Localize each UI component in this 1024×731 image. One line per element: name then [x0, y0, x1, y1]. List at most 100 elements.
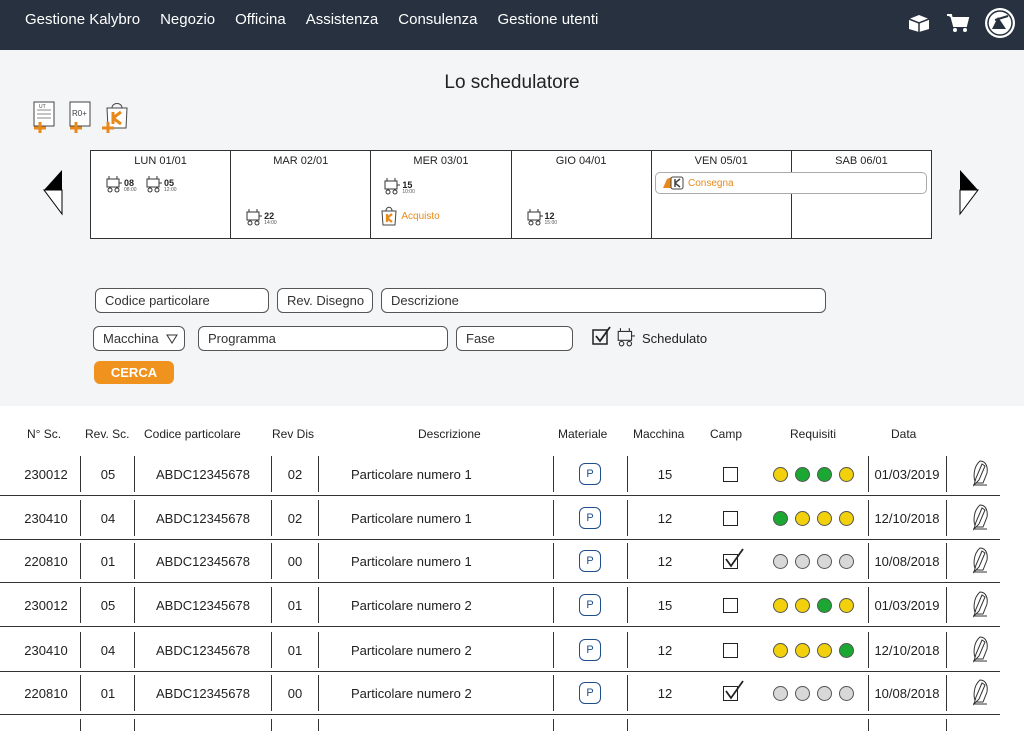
cell-date: 10/08/2018 — [874, 553, 940, 569]
cell-camp — [702, 452, 758, 496]
calendar-day[interactable]: MAR 02/01 22 14:00 — [230, 151, 370, 238]
column-divider — [134, 456, 135, 492]
col-header[interactable]: Rev. Sc. — [85, 427, 129, 441]
table-row[interactable]: 230012 05 ABDC12345678 02 Particolare numero… — [0, 452, 1000, 496]
material-button[interactable]: P — [579, 639, 601, 661]
edit-icon[interactable] — [969, 546, 991, 577]
col-header[interactable]: Codice particolare — [144, 427, 241, 441]
cell-mac: 15 — [657, 466, 673, 482]
calendar-day[interactable]: GIO 04/01 12 15:00 — [510, 151, 651, 238]
table-row[interactable]: 230410 04 ABDC12345678 01 Particolare numero… — [0, 628, 1000, 672]
machine-event[interactable]: 22 14:00 — [245, 208, 277, 226]
new-revision-button[interactable]: R0+ — [66, 100, 96, 139]
menu-gestione-utenti[interactable]: Gestione utenti — [497, 11, 598, 28]
column-divider — [80, 632, 81, 668]
new-purchase-button[interactable] — [102, 100, 132, 139]
col-header[interactable]: Descrizione — [418, 427, 481, 441]
machine-event[interactable]: 12 15:00 — [526, 208, 557, 226]
menu-assistenza[interactable]: Assistenza — [306, 11, 379, 28]
macchina-select[interactable]: Macchina — [93, 326, 185, 351]
menu-gestione-kalybro[interactable]: Gestione Kalybro — [25, 11, 140, 28]
table-row[interactable]: 220810 01 ABDC12345678 00 Particolare numero… — [0, 671, 1000, 715]
camp-checkbox[interactable] — [722, 466, 738, 482]
edit-icon[interactable] — [969, 590, 991, 621]
menu-officina[interactable]: Officina — [235, 11, 286, 28]
prev-week-arrow[interactable] — [42, 168, 64, 221]
fase-input[interactable]: Fase — [456, 326, 573, 351]
edit-icon[interactable] — [969, 503, 991, 534]
package-icon[interactable] — [906, 12, 932, 34]
programma-input[interactable]: Programma — [198, 326, 448, 351]
col-header[interactable]: Requisiti — [790, 427, 836, 441]
descrizione-input[interactable]: Descrizione — [381, 288, 826, 313]
day-label: GIO 04/01 — [555, 155, 607, 167]
material-button[interactable]: P — [579, 463, 601, 485]
cart-icon[interactable] — [946, 12, 970, 34]
material-button[interactable]: P — [579, 594, 601, 616]
col-header[interactable]: Macchina — [633, 427, 684, 441]
menu-negozio[interactable]: Negozio — [160, 11, 215, 28]
page-title: Lo schedulatore — [444, 72, 580, 93]
column-divider — [627, 500, 628, 536]
column-divider — [80, 500, 81, 536]
col-header[interactable]: Camp — [710, 427, 742, 441]
camp-checkbox[interactable] — [722, 679, 744, 701]
cell-code: ABDC12345678 — [156, 466, 250, 482]
machine-event[interactable]: 15 10:00 — [383, 177, 415, 195]
requirement-dot — [838, 553, 854, 569]
column-divider — [134, 500, 135, 536]
table-row[interactable]: 230410 04 ABDC12345678 02 Particolare numero… — [0, 496, 1000, 540]
cell-revdis: 02 — [287, 466, 303, 482]
truck-delivery-icon — [663, 176, 684, 190]
cell-desc: Particolare numero 1 — [351, 553, 472, 569]
new-technical-sheet-button[interactable]: UT — [30, 100, 60, 139]
column-divider — [80, 543, 81, 579]
camp-checkbox[interactable] — [722, 510, 738, 526]
column-divider — [318, 456, 319, 492]
search-button[interactable]: CERCA — [94, 361, 174, 384]
cell-requisiti — [760, 671, 866, 715]
main-menu: Gestione Kalybro Negozio Officina Assist… — [25, 11, 598, 28]
col-header[interactable]: Data — [891, 427, 916, 441]
codice-particolare-input[interactable]: Codice particolare — [95, 288, 269, 313]
edit-icon[interactable] — [969, 635, 991, 666]
calendar-day[interactable]: VEN 05/01 — [650, 151, 791, 238]
machine-event[interactable]: 08 08:00 — [105, 175, 137, 193]
table-row[interactable]: 230012 05 ABDC12345678 01 Particolare numero… — [0, 583, 1000, 627]
col-header[interactable]: N° Sc. — [27, 427, 61, 441]
next-week-arrow[interactable] — [958, 168, 980, 221]
column-divider — [946, 500, 947, 536]
material-button[interactable]: P — [579, 682, 601, 704]
camp-checkbox[interactable] — [722, 642, 738, 658]
cell-requisiti — [760, 583, 866, 627]
delivery-event[interactable]: Consegna — [655, 172, 927, 194]
machine-event[interactable]: 05 12:00 — [145, 175, 177, 193]
calendar-day[interactable]: MER 03/01 15 10:00 Acquisto — [370, 151, 510, 238]
table-row[interactable]: 220810 01 ABDC12345678 00 Particolare numero… — [0, 539, 1000, 583]
calendar-day[interactable]: SAB 06/01 — [790, 151, 931, 238]
edit-icon[interactable] — [969, 678, 991, 709]
col-header[interactable]: Materiale — [558, 427, 607, 441]
requirement-dot — [794, 510, 810, 526]
avatar-icon[interactable] — [984, 7, 1016, 39]
camp-checkbox[interactable] — [722, 547, 744, 569]
event-time: 10:00 — [402, 189, 415, 195]
material-button[interactable]: P — [579, 550, 601, 572]
material-button[interactable]: P — [579, 507, 601, 529]
cell-edit — [950, 452, 1010, 496]
schedulato-checkbox[interactable] — [592, 326, 612, 351]
col-header[interactable]: Rev Dis — [272, 427, 314, 441]
calendar-day[interactable]: LUN 01/01 08 08:00 05 12:00 — [91, 151, 230, 238]
rev-disegno-input[interactable]: Rev. Disegno — [277, 288, 373, 313]
menu-consulenza[interactable]: Consulenza — [398, 11, 477, 28]
column-divider — [868, 719, 869, 731]
cell-desc: Particolare numero 2 — [351, 597, 472, 613]
edit-icon[interactable] — [969, 459, 991, 490]
purchase-event[interactable]: Acquisto — [380, 206, 440, 226]
cell-edit — [950, 628, 1010, 672]
machine-icon — [146, 176, 162, 193]
cell-rev: 01 — [100, 553, 116, 569]
column-divider — [134, 632, 135, 668]
camp-checkbox[interactable] — [722, 597, 738, 613]
cell-date: 12/10/2018 — [874, 642, 940, 658]
